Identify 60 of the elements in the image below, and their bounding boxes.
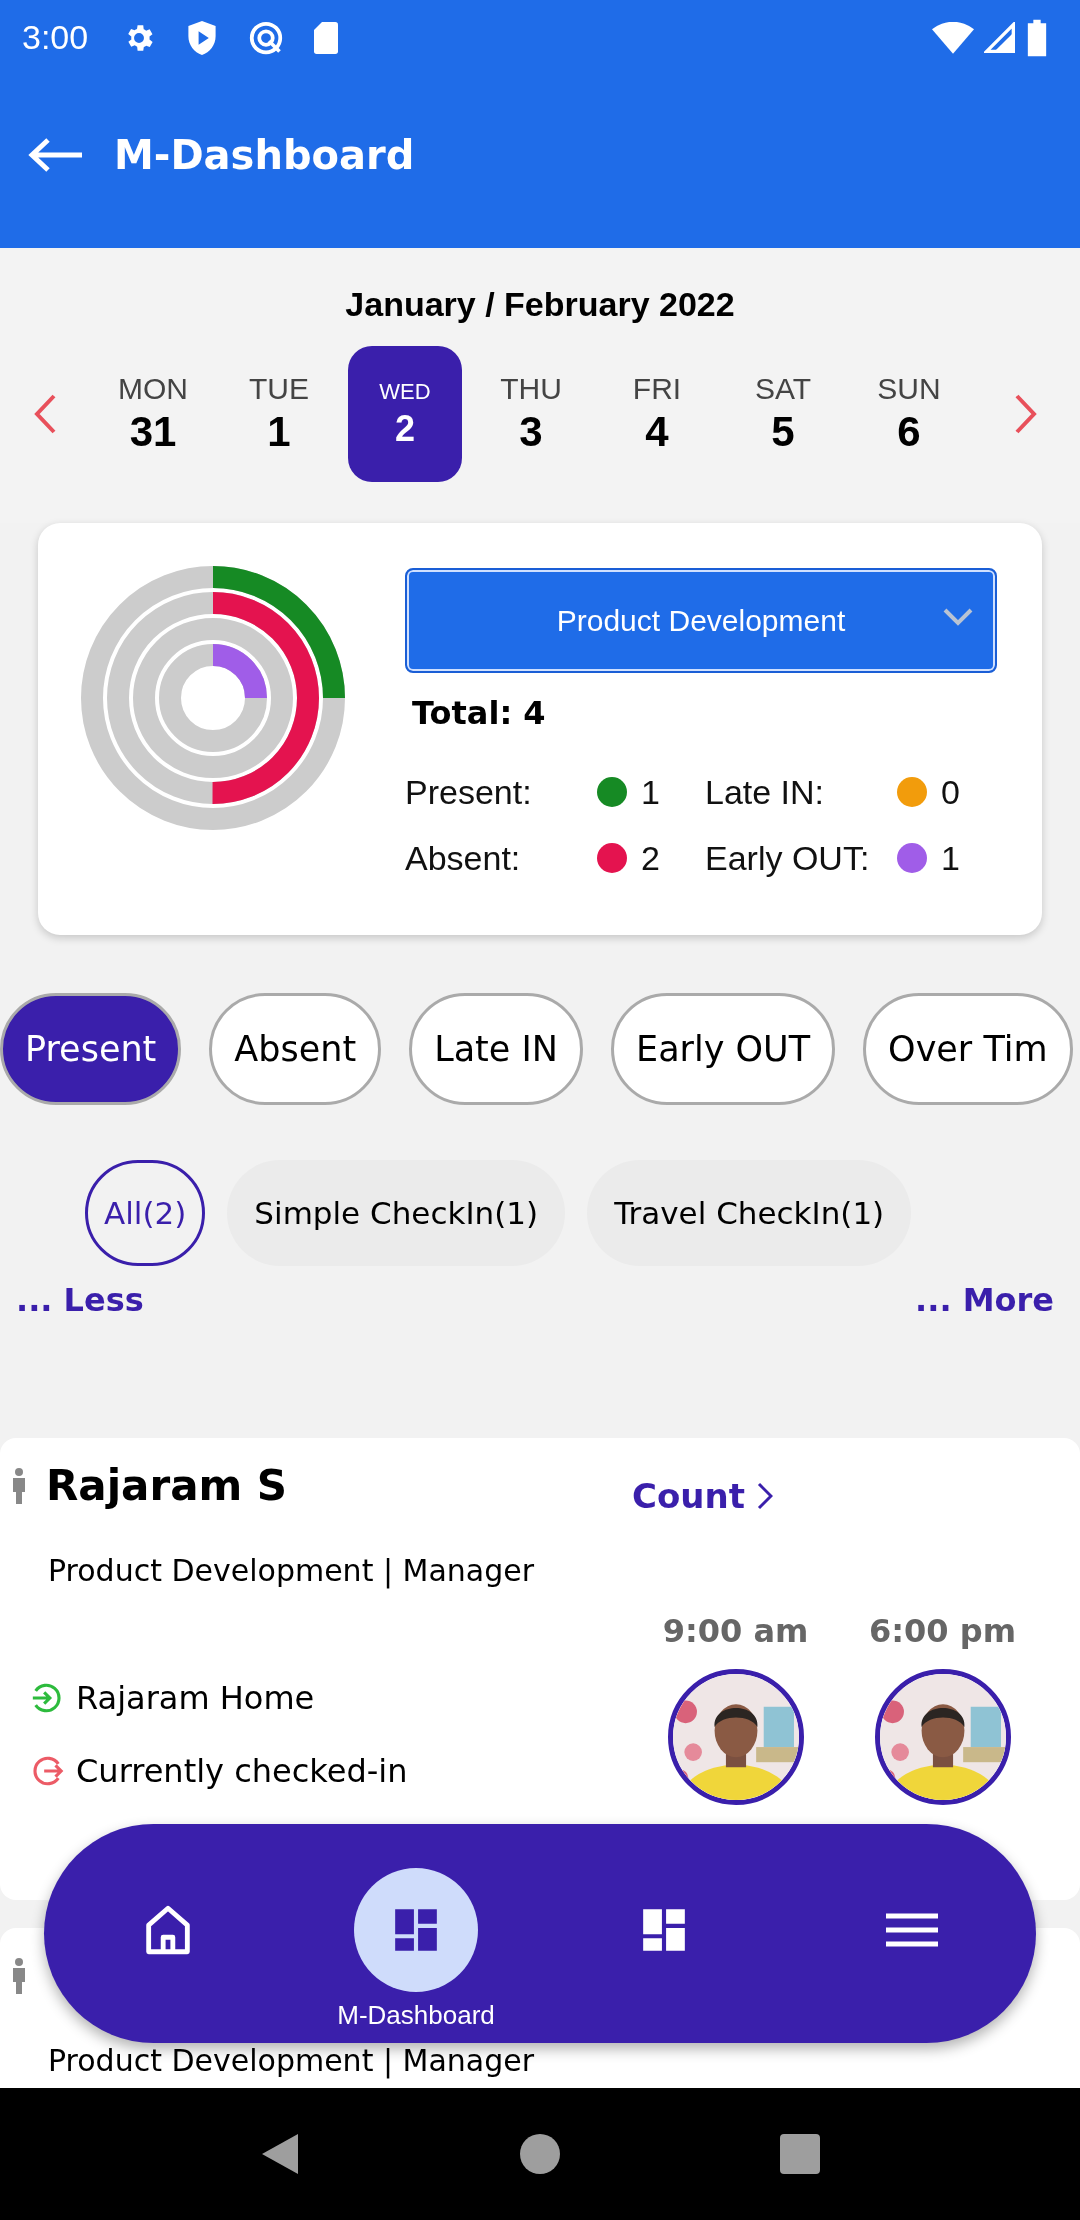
status-text: Currently checked-in — [76, 1751, 408, 1791]
system-home-button[interactable] — [520, 2134, 560, 2174]
day-button[interactable]: MON 31 — [96, 346, 210, 482]
ring-icon — [248, 19, 285, 56]
day-button[interactable]: SUN 6 — [852, 346, 966, 482]
day-button[interactable]: FRI 4 — [600, 346, 714, 482]
chevron-right-icon — [1014, 393, 1038, 435]
time-label: 9:00 am — [662, 1611, 809, 1651]
legend-count: 1 — [941, 838, 960, 878]
back-button[interactable] — [28, 136, 84, 173]
person-icon — [12, 1468, 26, 1504]
signal-icon — [984, 21, 1016, 54]
month-title: January / February 2022 — [345, 284, 735, 324]
legend-label: Late IN: — [705, 772, 826, 812]
back-icon — [260, 2132, 300, 2176]
status-chip[interactable]: Over Tim — [863, 993, 1073, 1105]
filter-chip[interactable]: Travel CheckIn(1) — [587, 1160, 912, 1266]
chevron-right-icon — [757, 1482, 773, 1510]
clock-time: 3:00 — [22, 18, 89, 57]
day-button[interactable]: THU 3 — [474, 346, 588, 482]
status-chip[interactable]: Early OUT — [611, 993, 836, 1105]
less-link[interactable]: ... Less — [16, 1280, 144, 1320]
sd-card-icon — [314, 21, 339, 54]
day-button[interactable]: WED 2 — [348, 346, 462, 482]
status-chip[interactable]: Present — [0, 993, 182, 1105]
employee-role: Product Development | Manager — [48, 1552, 535, 1591]
location-text: Rajaram Home — [76, 1678, 315, 1718]
chevron-down-icon — [943, 608, 973, 626]
legend-label: Present: — [405, 772, 533, 812]
screen-title: M-Dashboard — [114, 131, 415, 178]
legend-count: 2 — [641, 838, 660, 878]
legend-label: Absent: — [405, 838, 522, 878]
shield-icon — [186, 20, 219, 55]
day-button[interactable]: SAT 5 — [726, 346, 840, 482]
status-chip[interactable]: Absent — [209, 993, 382, 1105]
legend-count: 1 — [641, 772, 660, 812]
employee-name: Rajaram S — [46, 1460, 288, 1512]
legend-count: 0 — [941, 772, 960, 812]
filter-chip[interactable]: Simple CheckIn(1) — [227, 1160, 566, 1266]
back-arrow-icon — [28, 136, 84, 173]
legend-label: Early OUT: — [705, 838, 871, 878]
wifi-icon — [932, 21, 974, 54]
battery-icon — [1026, 18, 1048, 57]
chevron-left-icon — [33, 393, 57, 435]
status-chip[interactable]: Late IN — [409, 993, 583, 1105]
time-label: 6:00 pm — [869, 1611, 1016, 1651]
home-circle-icon — [520, 2134, 560, 2174]
department-dropdown[interactable]: Product Development — [405, 568, 997, 673]
filter-chip[interactable]: All(2) — [85, 1160, 206, 1266]
recents-icon — [780, 2134, 820, 2174]
more-link[interactable]: ... More — [915, 1280, 1054, 1320]
person-icon — [12, 1958, 26, 1994]
check-out-icon — [30, 1754, 64, 1788]
check-in-icon — [30, 1681, 64, 1715]
employee-role: Product Development | Manager — [48, 2042, 535, 2081]
day-button[interactable]: TUE 1 — [222, 346, 336, 482]
total-count: Total: 4 — [412, 693, 546, 734]
count-link[interactable]: Count — [632, 1476, 773, 1516]
menu-icon — [886, 1912, 938, 1948]
system-back-button[interactable] — [260, 2132, 300, 2176]
